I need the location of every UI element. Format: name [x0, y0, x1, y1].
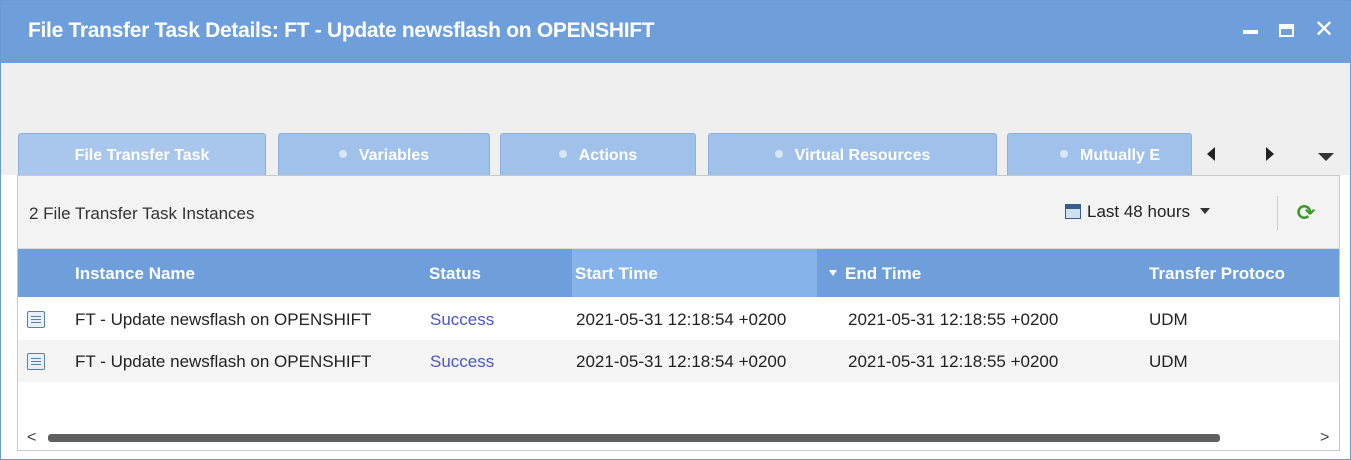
minimize-button[interactable] [1235, 15, 1265, 45]
horizontal-scrollbar[interactable]: < > [18, 426, 1339, 450]
table-row[interactable]: FT - Update newsflash on OPENSHIFT Succe… [18, 298, 1339, 340]
panel-header: 2 File Transfer Task Instances Last 48 h… [18, 176, 1339, 249]
tab-mutually-exclusive[interactable]: Mutually E [1007, 133, 1192, 175]
tab-dot-icon [338, 150, 347, 158]
tab-virtual-resources[interactable]: Virtual Resources [708, 133, 997, 175]
column-header-instance-name[interactable]: Instance Name [75, 249, 425, 297]
instance-name-cell: FT - Update newsflash on OPENSHIFT [75, 352, 372, 371]
close-button[interactable]: ✕ [1309, 15, 1339, 45]
tab-label: Actions [578, 147, 638, 164]
instance-name-cell: FT - Update newsflash on OPENSHIFT [75, 310, 372, 329]
instances-count: 2 File Transfer Task Instances [29, 204, 255, 223]
calendar-icon [1065, 204, 1081, 219]
status-link[interactable]: Success [430, 340, 494, 384]
grid-header: Instance Name Status Start Time End Time… [18, 249, 1339, 297]
status-link[interactable]: Success [430, 298, 494, 342]
tab-list-dropdown-icon[interactable] [1315, 147, 1337, 169]
maximize-icon [1278, 24, 1294, 37]
protocol-cell: UDM [1149, 310, 1188, 329]
minimize-icon [1242, 30, 1258, 34]
tab-label: File Transfer Task [74, 147, 210, 164]
scroll-left-icon[interactable]: < [27, 430, 36, 446]
chevron-down-icon [1200, 208, 1211, 214]
column-header-start-time[interactable]: Start Time [572, 249, 817, 297]
task-details-window: File Transfer Task Details: FT - Update … [0, 0, 1351, 460]
window-title: File Transfer Task Details: FT - Update … [28, 19, 655, 42]
column-header-label: End Time [845, 264, 922, 283]
protocol-cell: UDM [1149, 352, 1188, 371]
date-range-label: Last 48 hours [1087, 202, 1191, 221]
end-time-cell: 2021-05-31 12:18:55 +0200 [848, 352, 1059, 371]
tab-scroll-right-icon[interactable] [1258, 143, 1280, 165]
title-bar[interactable]: File Transfer Task Details: FT - Update … [1, 1, 1350, 63]
column-header-transfer-protocol[interactable]: Transfer Protoco [1149, 249, 1339, 297]
table-row[interactable]: FT - Update newsflash on OPENSHIFT Succe… [18, 340, 1339, 382]
end-time-cell: 2021-05-31 12:18:55 +0200 [848, 310, 1059, 329]
scroll-right-icon[interactable]: > [1320, 430, 1329, 446]
instances-panel: 2 File Transfer Task Instances Last 48 h… [17, 175, 1340, 451]
tab-dot-icon [774, 150, 783, 158]
tab-dot-icon [558, 150, 567, 158]
task-instance-icon [27, 353, 45, 370]
tab-label: Virtual Resources [794, 147, 931, 164]
date-range-dropdown[interactable]: Last 48 hours [1065, 202, 1211, 226]
start-time-cell: 2021-05-31 12:18:54 +0200 [576, 352, 787, 371]
tab-label: Mutually E [1080, 147, 1161, 164]
column-header-status[interactable]: Status [429, 249, 569, 297]
tab-variables[interactable]: Variables [278, 133, 490, 175]
tab-actions[interactable]: Actions [500, 133, 696, 175]
tab-label: Variables [358, 147, 430, 164]
tab-scroll-left-icon[interactable] [1201, 143, 1223, 165]
task-instance-icon [27, 311, 45, 328]
sort-descending-icon [829, 270, 837, 276]
scrollbar-thumb[interactable] [48, 434, 1220, 442]
column-header-end-time[interactable]: End Time [817, 249, 1137, 297]
toolbar-divider [1277, 196, 1278, 230]
tab-file-transfer-task[interactable]: File Transfer Task [18, 133, 266, 175]
tab-dot-icon [1060, 150, 1068, 158]
refresh-button[interactable]: ⟳ [1293, 200, 1319, 226]
start-time-cell: 2021-05-31 12:18:54 +0200 [576, 310, 787, 329]
maximize-button[interactable] [1271, 15, 1301, 45]
